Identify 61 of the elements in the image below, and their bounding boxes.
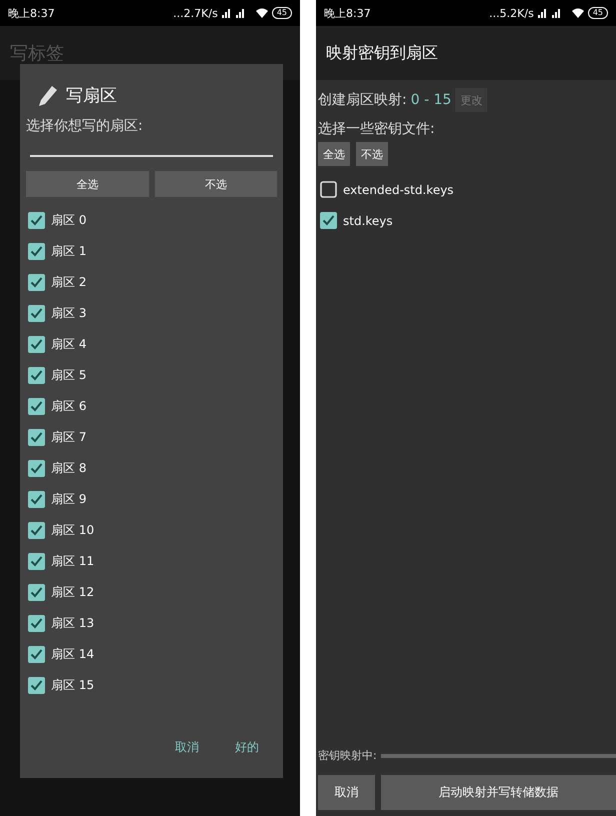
checked-checkbox[interactable] bbox=[28, 646, 45, 663]
checkbox-label: extended-std.keys bbox=[343, 182, 454, 196]
cancel-button[interactable]: 取消 bbox=[171, 735, 203, 760]
keys-label: 选择一些密钥文件: bbox=[318, 120, 436, 138]
checkbox-label: 扇区 13 bbox=[51, 615, 94, 632]
checked-checkbox[interactable] bbox=[320, 212, 337, 229]
checked-checkbox[interactable] bbox=[28, 615, 45, 632]
screen-title: 映射密钥到扇区 bbox=[326, 42, 438, 64]
clock: 晚上8:37 bbox=[324, 6, 371, 20]
pencil-icon bbox=[38, 84, 58, 106]
start-button[interactable]: 启动映射并写转储数据 bbox=[381, 775, 616, 810]
checkbox-label: 扇区 15 bbox=[51, 677, 94, 694]
wifi-icon bbox=[572, 8, 584, 18]
network-speed: ...5.2K/s bbox=[489, 6, 534, 20]
mapping-label: 创建扇区映射: bbox=[318, 91, 407, 109]
checked-checkbox[interactable] bbox=[28, 336, 45, 353]
network-speed: ...2.7K/s bbox=[173, 6, 218, 20]
select-all-button[interactable]: 全选 bbox=[26, 171, 148, 197]
checkbox-label: 扇区 14 bbox=[51, 646, 94, 663]
checked-checkbox[interactable] bbox=[28, 243, 45, 260]
checkbox-label: 扇区 11 bbox=[51, 553, 94, 570]
checkbox-label: 扇区 12 bbox=[51, 584, 94, 601]
checkbox-label: 扇区 6 bbox=[51, 398, 86, 415]
checkbox-label: 扇区 3 bbox=[51, 305, 86, 322]
battery-icon: 45 bbox=[588, 7, 608, 19]
dialog-prompt: 选择你想写的扇区: bbox=[26, 117, 144, 135]
screen-title: 写标签 bbox=[10, 42, 64, 65]
dialog-title: 写扇区 bbox=[66, 85, 117, 107]
battery-icon: 45 bbox=[272, 7, 292, 19]
checked-checkbox[interactable] bbox=[28, 584, 45, 601]
checkbox-label: std.keys bbox=[343, 214, 393, 228]
select-all-button[interactable]: 全选 bbox=[318, 142, 350, 166]
checked-checkbox[interactable] bbox=[28, 677, 45, 694]
checkbox-label: 扇区 8 bbox=[51, 460, 86, 477]
checkbox-label: 扇区 1 bbox=[51, 243, 86, 260]
checkbox-label: 扇区 7 bbox=[51, 429, 86, 446]
checked-checkbox[interactable] bbox=[28, 429, 45, 446]
checkbox-label: 扇区 5 bbox=[51, 367, 86, 384]
checkbox-label: 扇区 10 bbox=[51, 522, 94, 539]
checked-checkbox[interactable] bbox=[28, 305, 45, 322]
select-none-button[interactable]: 不选 bbox=[154, 171, 277, 197]
mapping-range: 0 - 15 bbox=[410, 92, 452, 108]
checkbox-label: 扇区 2 bbox=[51, 274, 86, 291]
checkbox-label: 扇区 0 bbox=[51, 212, 86, 229]
checkbox-label: 扇区 4 bbox=[51, 336, 86, 353]
checked-checkbox[interactable] bbox=[28, 460, 45, 477]
progress-label: 密钥映射中: bbox=[318, 748, 377, 763]
wifi-icon bbox=[256, 8, 268, 18]
clock: 晚上8:37 bbox=[8, 6, 55, 20]
checked-checkbox[interactable] bbox=[28, 522, 45, 539]
checked-checkbox[interactable] bbox=[28, 212, 45, 229]
checked-checkbox[interactable] bbox=[28, 274, 45, 291]
empty-checkbox[interactable] bbox=[320, 181, 337, 198]
checked-checkbox[interactable] bbox=[28, 398, 45, 415]
checked-checkbox[interactable] bbox=[28, 367, 45, 384]
cancel-button[interactable]: 取消 bbox=[318, 775, 375, 810]
checked-checkbox[interactable] bbox=[28, 553, 45, 570]
checkbox-label: 扇区 9 bbox=[51, 491, 86, 508]
ok-button[interactable]: 好的 bbox=[231, 735, 263, 760]
checked-checkbox[interactable] bbox=[28, 491, 45, 508]
select-none-button[interactable]: 不选 bbox=[356, 142, 388, 166]
